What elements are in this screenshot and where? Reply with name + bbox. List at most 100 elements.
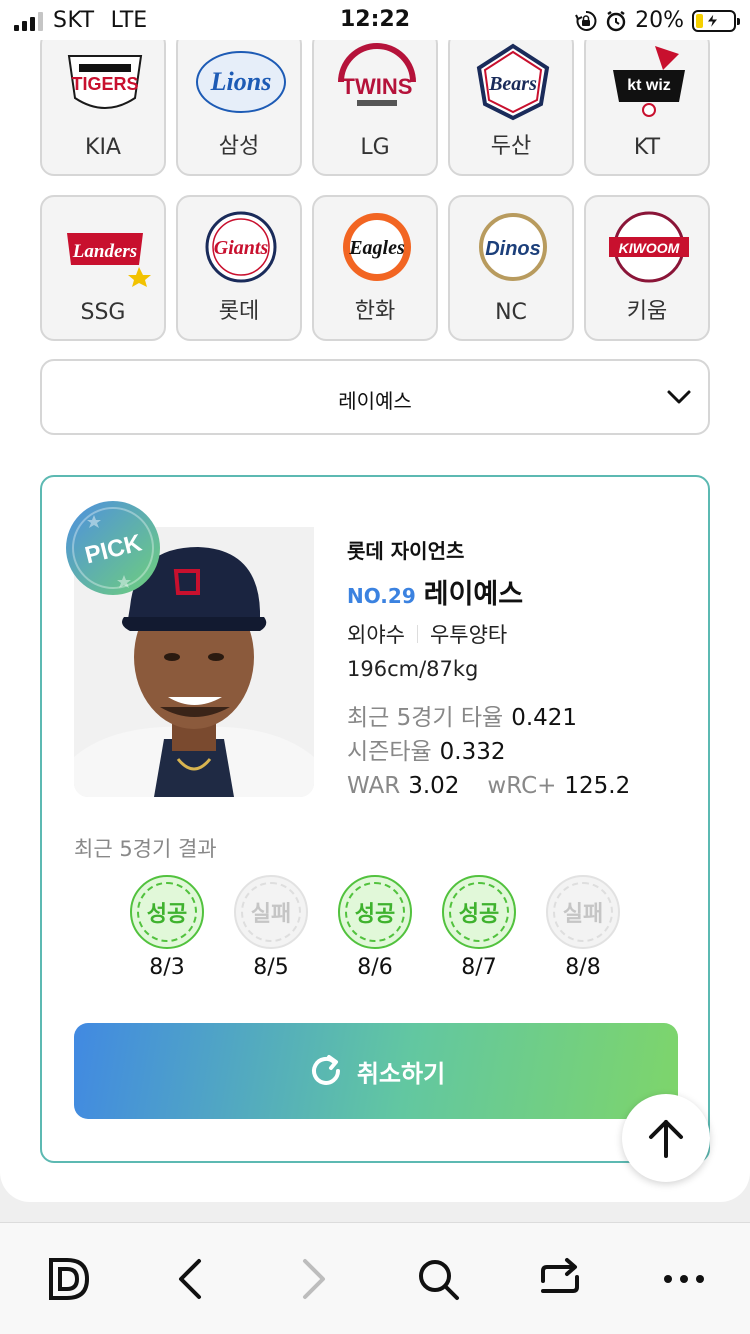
browser-toolbar [0, 1222, 750, 1334]
logo-text: Landers [72, 241, 137, 262]
back-icon[interactable] [166, 1255, 214, 1303]
logo-text: Bears [488, 73, 537, 95]
player-position: 외야수 [347, 623, 405, 647]
cancel-label: 취소하기 [356, 1059, 446, 1088]
team-card-lotte[interactable]: Giants 롯데 [176, 195, 302, 341]
stat-war-wrc: WAR 3.02 wRC+ 125.2 [347, 769, 630, 803]
team-grid: TIGERS KIA Lions 삼성 TWINS LG Bears 두산 kt… [40, 30, 710, 176]
result-date: 8/6 [357, 955, 393, 980]
logo-text: KIWOOM [619, 240, 680, 256]
team-card-nc[interactable]: Dinos NC [448, 195, 574, 341]
forward-icon[interactable] [290, 1255, 338, 1303]
result-badge: 성공 [130, 875, 204, 949]
hanwha-eagles-logo: Eagles [343, 213, 411, 281]
team-name: 한화 [354, 299, 396, 324]
orientation-lock-icon [575, 10, 597, 31]
team-card-samsung[interactable]: Lions 삼성 [176, 30, 302, 176]
player-number: NO.29 [347, 584, 416, 608]
stat-value: 3.02 [408, 773, 460, 799]
result-badge: 성공 [442, 875, 516, 949]
team-card-kiwoom[interactable]: KIWOOM 키움 [584, 195, 710, 341]
team-name: KT [633, 135, 661, 160]
ssg-landers-logo: Landers [67, 233, 151, 287]
team-grid-row-2: Landers SSG Giants 롯데 Eagles 한화 Dinos NC… [40, 195, 710, 341]
player-stats: 최근 5경기 타율 0.421 시즌타율 0.332 WAR 3.02 wRC+ 125.… [347, 701, 630, 803]
kt-wiz-logo: kt wiz [613, 46, 685, 117]
team-name: NC [495, 300, 527, 325]
samsung-lions-logo: Lions [196, 51, 286, 113]
stat-label: 시즌타율 [347, 739, 432, 765]
result-badge: 실패 [546, 875, 620, 949]
result-item: 실패 8/8 [546, 875, 620, 980]
team-card-doosan[interactable]: Bears 두산 [448, 30, 574, 176]
cancel-button[interactable]: 취소하기 [74, 1023, 678, 1119]
player-info: 롯데 자이언츠 NO.29 레이예스 외야수 우투양타 196cm/87kg 최… [347, 535, 630, 803]
share-icon[interactable] [536, 1255, 584, 1303]
chevron-down-icon [667, 390, 691, 404]
divider [416, 625, 418, 643]
player-position-row: 외야수 우투양타 [347, 619, 630, 649]
team-name: LG [360, 135, 390, 160]
team-card-kt[interactable]: kt wiz KT [584, 30, 710, 176]
battery-charging-icon [692, 9, 740, 32]
scroll-top-button[interactable] [622, 1094, 710, 1182]
arrow-up-icon [649, 1120, 683, 1158]
logo-text: TWINS [342, 74, 413, 99]
player-card: PICK 롯데 자이언츠 NO.29 레이예스 외야수 우투양타 196cm/8… [40, 475, 710, 1163]
logo-text: Dinos [485, 238, 541, 260]
team-card-hanwha[interactable]: Eagles 한화 [312, 195, 438, 341]
result-item: 실패 8/5 [234, 875, 308, 980]
recent-results-title: 최근 5경기 결과 [74, 837, 217, 861]
player-name: 레이예스 [423, 579, 524, 610]
lg-twins-logo: TWINS [338, 43, 416, 106]
team-name: 두산 [490, 134, 532, 159]
result-item: 성공 8/7 [442, 875, 516, 980]
stat-label: 최근 5경기 타율 [347, 705, 504, 731]
team-name: SSG [80, 300, 126, 325]
stat-season: 시즌타율 0.332 [347, 735, 630, 769]
team-name: KIA [85, 135, 121, 160]
team-card-ssg[interactable]: Landers SSG [40, 195, 166, 341]
status-right: 20% [575, 8, 740, 33]
home-d-icon[interactable] [44, 1255, 92, 1303]
recent-results-list: 성공 8/3 실패 8/5 성공 8/6 성공 8/7 실패 8/8 [130, 875, 620, 980]
battery-level [696, 13, 703, 28]
result-date: 8/3 [149, 955, 185, 980]
result-badge: 성공 [338, 875, 412, 949]
kiwoom-heroes-logo: KIWOOM [609, 211, 689, 283]
refresh-icon [311, 1055, 340, 1085]
player-name-row: NO.29 레이예스 [347, 572, 630, 611]
search-icon[interactable] [414, 1255, 462, 1303]
result-date: 8/5 [253, 955, 289, 980]
lotte-giants-logo: Giants [205, 211, 277, 283]
stat-value: 125.2 [564, 773, 631, 799]
alarm-icon [606, 10, 626, 31]
team-name: 삼성 [218, 134, 260, 159]
kia-tigers-logo: TIGERS [67, 55, 143, 109]
player-team: 롯데 자이언츠 [347, 539, 465, 563]
logo-text: TIGERS [71, 74, 138, 94]
logo-text: Lions [210, 67, 272, 96]
team-card-lg[interactable]: TWINS LG [312, 30, 438, 176]
player-bats-throws: 우투양타 [429, 623, 508, 647]
logo-text: Eagles [348, 237, 405, 259]
team-name: 키움 [626, 299, 668, 324]
pick-badge: PICK [66, 501, 160, 595]
stat-recent5: 최근 5경기 타율 0.421 [347, 701, 630, 735]
doosan-bears-logo: Bears [476, 43, 550, 121]
more-icon[interactable] [660, 1255, 708, 1303]
stat-label: WAR [347, 773, 401, 799]
logo-text: Giants [214, 237, 269, 259]
stat-value: 0.332 [439, 739, 506, 765]
nc-dinos-logo: Dinos [479, 213, 547, 281]
team-name: 롯데 [218, 299, 260, 324]
player-body: 196cm/87kg [347, 657, 479, 681]
result-badge: 실패 [234, 875, 308, 949]
logo-text: kt wiz [627, 77, 671, 94]
result-date: 8/7 [461, 955, 497, 980]
selected-player: 레이예스 [338, 389, 412, 413]
player-select-dropdown[interactable]: 레이예스 [40, 359, 710, 435]
battery-percent: 20% [635, 8, 684, 33]
stat-label: wRC+ [487, 773, 557, 799]
team-card-kia[interactable]: TIGERS KIA [40, 30, 166, 176]
